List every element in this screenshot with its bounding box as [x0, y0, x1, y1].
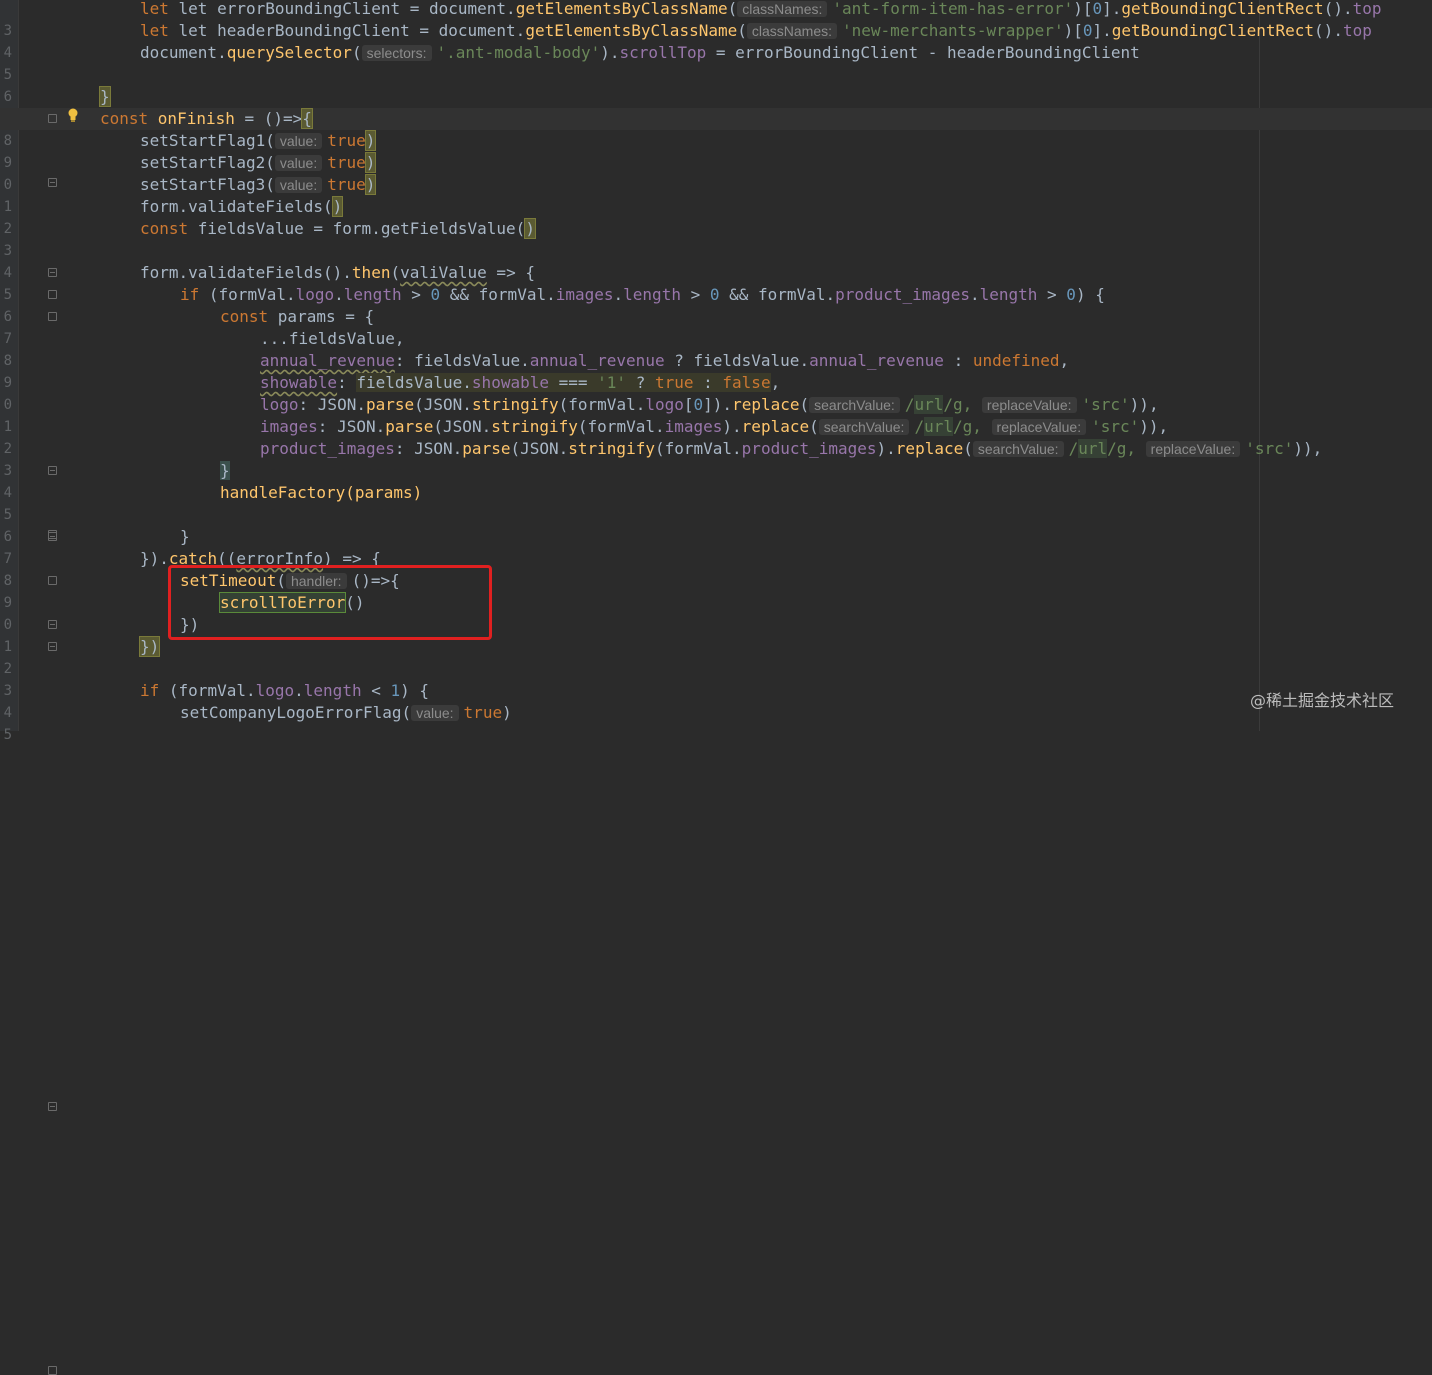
code-line[interactable]: 6 if (formVal.logo.length > 0 && formVal…: [0, 284, 1432, 325]
parameter-hint: searchValue:: [972, 441, 1064, 457]
fold-marker-icon[interactable]: [48, 576, 57, 585]
code-line[interactable]: 8 const onFinish = ()=>{: [0, 108, 1432, 149]
parameter-hint: value:: [274, 155, 323, 171]
fold-marker-icon[interactable]: [48, 1102, 57, 1111]
code-line[interactable]: 4 }: [0, 460, 1432, 501]
code-text: handleFactory(params): [220, 483, 423, 502]
code-text: let let headerBoundingClient = document.…: [140, 21, 1372, 40]
code-line[interactable]: 7 }: [0, 526, 1432, 567]
fold-marker-icon[interactable]: [48, 114, 57, 123]
code-text: }: [180, 527, 190, 546]
code-line[interactable]: 6: [0, 64, 1432, 105]
fold-marker-icon[interactable]: [48, 620, 57, 629]
code-text: images: JSON.parse(JSON.stringify(formVa…: [260, 417, 1169, 436]
fold-marker-icon[interactable]: [48, 312, 57, 321]
code-text: setStartFlag2(value: true): [140, 152, 377, 173]
code-line[interactable]: 4 let let headerBoundingClient = documen…: [0, 20, 1432, 61]
parameter-hint: searchValue:: [809, 397, 900, 413]
code-text: product_images: JSON.parse(JSON.stringif…: [260, 439, 1323, 458]
parameter-hint: classNames:: [746, 23, 838, 39]
code-line[interactable]: 3: [0, 658, 1432, 699]
fold-marker-icon[interactable]: [48, 268, 57, 277]
code-line[interactable]: 2 images: JSON.parse(JSON.stringify(form…: [0, 416, 1432, 457]
code-line[interactable]: 7 const params = {: [0, 306, 1432, 347]
code-text: showable: fieldsValue.showable === '1' ?…: [260, 373, 781, 392]
code-text: }): [138, 636, 161, 657]
parameter-hint: replaceValue:: [991, 419, 1087, 435]
code-text: annual_revenue: fieldsValue.annual_reven…: [260, 351, 1070, 370]
code-text: let let errorBoundingClient = document.g…: [140, 0, 1382, 18]
parameter-hint: value:: [274, 133, 323, 149]
code-line[interactable]: 4 if (formVal.logo.length < 1) {: [0, 680, 1432, 1375]
code-text: setStartFlag1(value: true): [140, 130, 377, 151]
code-editor[interactable]: 3 let let errorBoundingClient = document…: [0, 0, 1432, 1375]
code-text: const fieldsValue = form.getFieldsValue(…: [140, 218, 536, 239]
code-text: if (formVal.logo.length < 1) {: [140, 681, 430, 700]
code-text: form.validateFields().then(valiValue => …: [140, 263, 535, 282]
code-line[interactable]: 9 annual_revenue: fieldsValue.annual_rev…: [0, 350, 1432, 391]
code-text: document.querySelector(selectors: '.ant-m…: [140, 43, 1140, 62]
code-line[interactable]: 3 const fieldsValue = form.getFieldsValu…: [0, 218, 1432, 259]
code-text: }: [220, 461, 230, 480]
code-text: setCompanyLogoErrorFlag(value: true): [180, 703, 512, 722]
code-line[interactable]: 2 form.validateFields(): [0, 196, 1432, 237]
code-line[interactable]: 4: [0, 240, 1432, 281]
code-line[interactable]: 9 setStartFlag1(value: true): [0, 130, 1432, 171]
code-line[interactable]: 5 setCompanyLogoErrorFlag(value: true): [0, 702, 1432, 743]
watermark: @稀土掘金技术社区: [1250, 691, 1395, 710]
line-number: 5: [3, 727, 12, 743]
fold-marker-icon[interactable]: [48, 466, 57, 475]
parameter-hint: classNames:: [737, 1, 828, 17]
code-text: }: [99, 86, 111, 107]
parameter-hint: value:: [274, 177, 323, 193]
code-text: const onFinish = ()=>{: [100, 108, 313, 129]
fold-marker-icon[interactable]: [48, 290, 57, 299]
parameter-hint: replaceValue:: [981, 397, 1077, 413]
code-line[interactable]: 3 let let errorBoundingClient = document…: [0, 0, 1432, 39]
lightbulb-icon[interactable]: [67, 108, 79, 122]
code-line[interactable]: 0 setStartFlag2(value: true): [0, 152, 1432, 193]
code-line[interactable]: 5 document.querySelector(selectors: '.ant…: [0, 42, 1432, 83]
code-line[interactable]: 5 form.validateFields().then(valiValue =…: [0, 262, 1432, 539]
code-line[interactable]: 8 ...fieldsValue,: [0, 328, 1432, 369]
fold-marker-icon[interactable]: [48, 642, 57, 651]
parameter-hint: replaceValue:: [1145, 441, 1241, 457]
fold-marker-icon[interactable]: [48, 1366, 57, 1375]
code-line[interactable]: 3 product_images: JSON.parse(JSON.string…: [0, 438, 1432, 479]
parameter-hint: value:: [411, 705, 459, 721]
code-text: if (formVal.logo.length > 0 && formVal.i…: [180, 285, 1105, 304]
code-text: setStartFlag3(value: true): [140, 174, 377, 195]
code-text: logo: JSON.parse(JSON.stringify(formVal.…: [260, 395, 1159, 414]
code-line[interactable]: 7 }: [0, 86, 1432, 187]
code-line[interactable]: 5 handleFactory(params): [0, 482, 1432, 523]
code-line[interactable]: 1 setStartFlag3(value: true): [0, 174, 1432, 215]
code-line[interactable]: 6: [0, 504, 1432, 545]
parameter-hint: searchValue:: [818, 419, 910, 435]
code-text: const params = {: [220, 307, 375, 326]
code-line[interactable]: 0 showable: fieldsValue.showable === '1'…: [0, 372, 1432, 413]
fold-marker-icon[interactable]: [48, 532, 57, 541]
code-text: form.validateFields(): [140, 196, 344, 217]
highlight-box: [168, 565, 492, 640]
code-line[interactable]: 1 logo: JSON.parse(JSON.stringify(formVa…: [0, 394, 1432, 435]
code-text: ...fieldsValue,: [260, 329, 405, 348]
parameter-hint: selectors:: [361, 45, 432, 61]
